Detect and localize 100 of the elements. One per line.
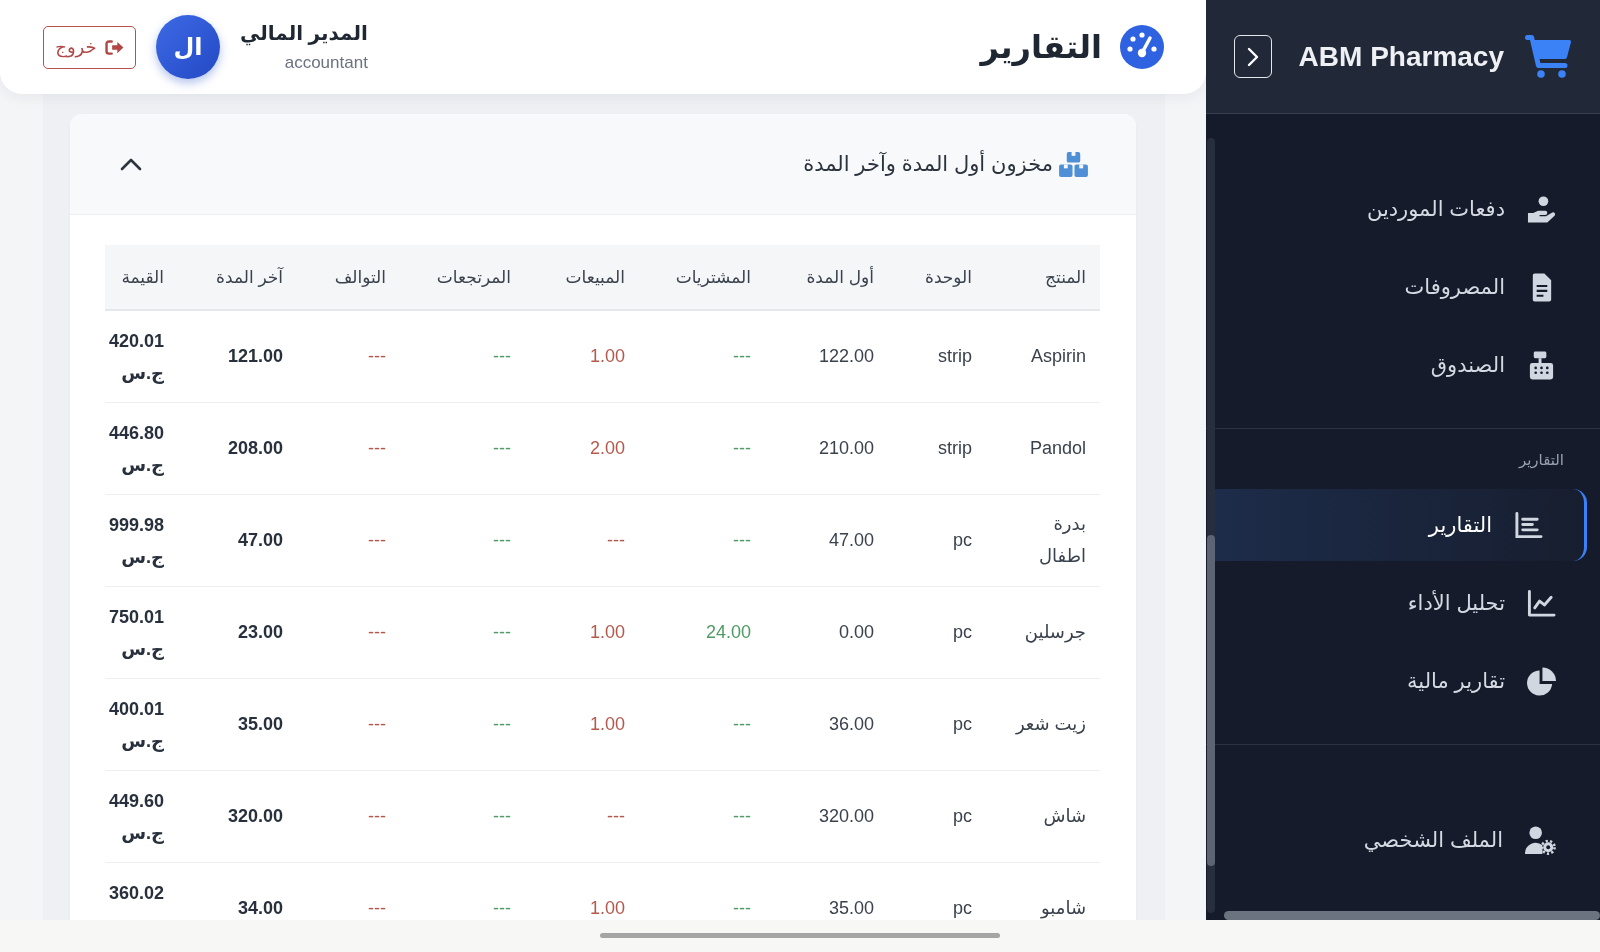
table-cell: --- [607, 806, 625, 826]
scroll-indicator[interactable] [600, 933, 1000, 938]
table-cell: pc [953, 714, 972, 734]
table-cell: 449.60 ج.س [108, 790, 164, 843]
table-cell: 24.00 [705, 622, 751, 642]
chevron-right-icon [1247, 46, 1259, 67]
table-cell: 2.00 [589, 438, 625, 458]
table-cell: شاش [1043, 806, 1086, 826]
column-header: التوالف [334, 267, 386, 287]
table-cell: 210.00 [818, 438, 874, 458]
table-cell: pc [953, 530, 972, 550]
table-cell: شامبو [1041, 898, 1086, 918]
table-cell: --- [493, 898, 511, 918]
table-cell: --- [733, 530, 751, 550]
table-cell: --- [368, 622, 386, 642]
table-cell: --- [493, 438, 511, 458]
table-cell: --- [733, 806, 751, 826]
exit-arrow-icon [104, 39, 124, 55]
column-header: أول المدة [806, 267, 874, 287]
sidebar-item[interactable]: الملف الشخصي [1214, 804, 1587, 876]
table-cell: --- [493, 714, 511, 734]
table-cell: 360.02 [108, 882, 164, 903]
sidebar-item[interactable]: التقارير [1214, 489, 1587, 561]
table-cell: 1.00 [589, 346, 625, 367]
pie-chart-icon [1527, 666, 1556, 696]
sidebar-item[interactable]: المصروفات [1214, 251, 1587, 323]
table-cell: strip [938, 438, 972, 458]
table-cell: 999.98 ج.س [108, 514, 164, 567]
column-header: آخر المدة [216, 267, 283, 287]
sidebar-section-title: التقارير [1517, 450, 1565, 470]
table-cell: 121.00 [227, 346, 283, 367]
column-header: القيمة [121, 267, 164, 287]
table-cell: --- [368, 438, 386, 458]
table-cell: 1.00 [589, 898, 625, 918]
table-cell: --- [368, 806, 386, 826]
table-cell: بدرة اطفال [1039, 514, 1086, 566]
table-cell: 34.00 [237, 898, 283, 918]
table-cell: 0.00 [838, 622, 874, 642]
table-cell: 47.00 [237, 530, 283, 550]
table-cell: 208.00 [227, 438, 283, 458]
sidebar-toggle-button[interactable] [1234, 35, 1272, 78]
boxes-icon [1059, 151, 1088, 177]
table-cell: 1.00 [589, 714, 625, 734]
hand-coin-icon [1527, 194, 1556, 224]
table-cell: 1.00 [589, 622, 625, 642]
user-gear-icon [1525, 825, 1556, 855]
table-cell: pc [953, 622, 972, 642]
table-cell: pc [953, 898, 972, 918]
table-cell: 23.00 [237, 622, 283, 642]
column-header: المنتج [1045, 267, 1086, 287]
table-cell: strip [938, 346, 972, 367]
table-cell: 400.01 ج.س [108, 698, 164, 751]
brand-name: ABM Pharmacy [1298, 40, 1504, 73]
sidebar-item[interactable]: الصندوق [1214, 329, 1587, 401]
table-cell: 47.00 [828, 530, 874, 550]
sidebar-item[interactable]: تحليل الأداء [1214, 567, 1587, 639]
table-cell: 446.80 ج.س [108, 422, 164, 475]
page-title: التقارير [980, 28, 1102, 66]
table-cell: --- [368, 346, 386, 367]
table-cell: 320.00 [227, 806, 283, 826]
table-cell: --- [368, 714, 386, 734]
table-cell: --- [493, 346, 511, 367]
user-name: المدير المالي [240, 21, 368, 45]
cart-icon [1525, 35, 1571, 78]
table-cell: جرسلين [1024, 622, 1086, 642]
scrollbar-thumb[interactable] [1224, 911, 1600, 920]
table-cell: 35.00 [828, 898, 874, 918]
table-cell: --- [607, 530, 625, 550]
cash-register-icon [1527, 350, 1556, 380]
sidebar-item[interactable]: دفعات الموردين [1214, 173, 1587, 245]
table-cell: 320.00 [818, 806, 874, 826]
table-cell: 122.00 [818, 346, 874, 367]
table-cell: --- [733, 898, 751, 918]
user-role: accountant [283, 53, 368, 73]
gauge-icon [1120, 25, 1164, 69]
sidebar-item[interactable]: تقارير مالية [1214, 645, 1587, 717]
chevron-up-icon[interactable] [120, 157, 142, 171]
table-cell: زيت شعر [1015, 714, 1086, 734]
bar-chart-icon [1514, 510, 1543, 540]
table-cell: --- [493, 530, 511, 550]
logout-button[interactable]: خروج [43, 25, 136, 69]
column-header: المشتريات [675, 267, 751, 287]
column-header: المرتجعات [436, 267, 511, 287]
table-cell: Pandol [1029, 438, 1086, 458]
table-cell: --- [368, 530, 386, 550]
table-cell: Aspirin [1030, 346, 1086, 367]
table-cell: 36.00 [828, 714, 874, 734]
column-header: الوحدة [924, 267, 972, 287]
table-cell: pc [953, 806, 972, 826]
table-cell: --- [733, 714, 751, 734]
table-cell: 420.01 ج.س [108, 331, 164, 383]
line-chart-icon [1527, 588, 1556, 618]
table-cell: --- [733, 346, 751, 367]
table-cell: --- [733, 438, 751, 458]
table-cell: --- [368, 898, 386, 918]
user-avatar: ال [156, 15, 220, 79]
table-cell: 35.00 [237, 714, 283, 734]
column-header: المبيعات [565, 267, 625, 287]
scrollbar-thumb[interactable] [1207, 535, 1215, 866]
table-cell: 750.01 ج.س [108, 606, 164, 659]
